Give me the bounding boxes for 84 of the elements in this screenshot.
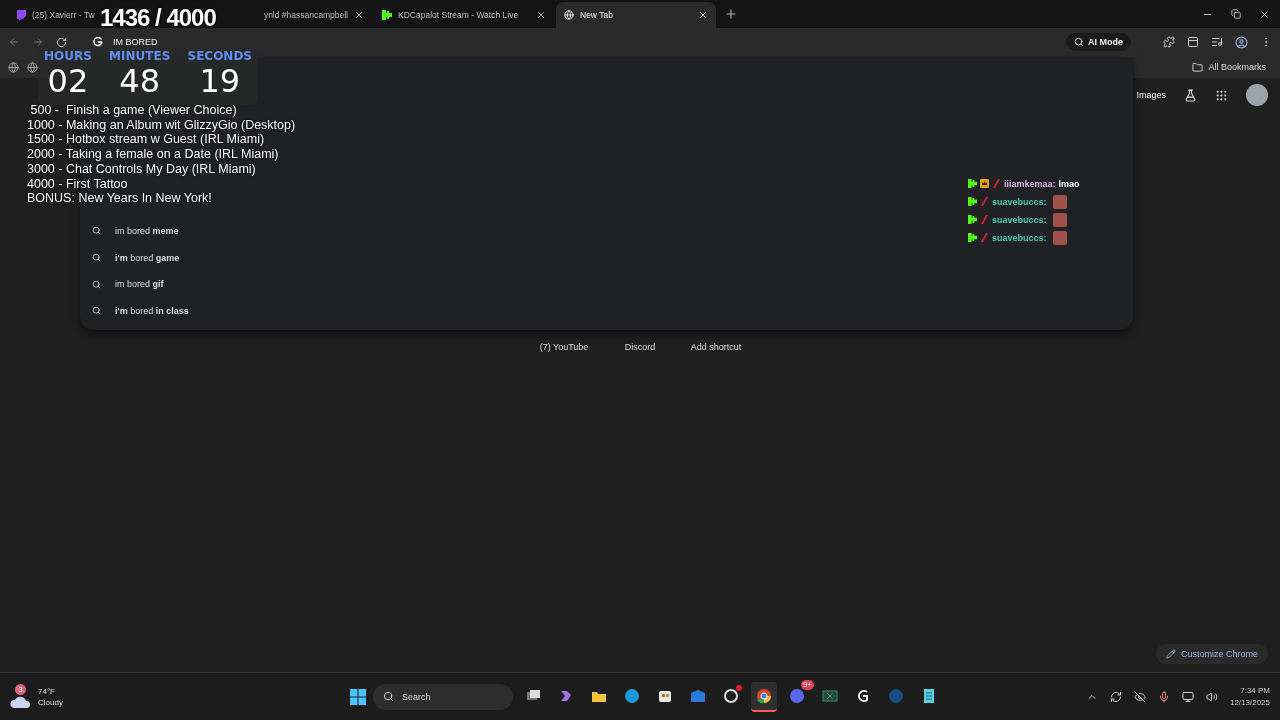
avatar[interactable] [1246,84,1268,106]
flask-icon[interactable] [1184,88,1197,102]
windows-logo-icon[interactable] [350,688,366,705]
tab-logo-icon [382,10,392,20]
ring-logo-icon [722,686,740,705]
goal-line: 1500 - Hotbox stream w Guest (IRL Miami) [27,132,266,148]
timer-value: 02 [47,63,89,99]
customize-chrome-button[interactable]: Customize Chrome [1155,644,1268,664]
kick-badge-icon [968,197,977,206]
suggestion-item[interactable]: im bored gif [115,279,164,290]
kick-badge-icon [968,233,977,242]
timer-unit-label: HOURS [44,49,92,63]
close-icon[interactable] [354,10,364,20]
crown-badge-icon [980,179,989,188]
ai-mode-button[interactable]: AI Mode [1066,33,1131,51]
count-badge: 9+ [800,679,814,690]
round-logo-icon [755,686,773,705]
goal-line: 3000 - Chat Controls My Day (IRL Miami) [27,161,257,177]
goal-line: 500 - Finish a game (Viewer Choice) [29,103,238,118]
goal-line: 4000 - First Tattoo [27,176,129,192]
shortcut-label[interactable]: (7) YouTube [541,342,587,352]
tab-search-icon[interactable] [1187,36,1199,48]
close-icon[interactable] [1259,8,1270,20]
taskbar-app-button[interactable] [751,681,777,712]
pencil-icon [1165,649,1176,659]
kick-badge-icon [968,179,977,188]
list-icon[interactable] [1211,36,1223,48]
browser-tab[interactable]: KDCapalot Stream - Watch Live [374,2,554,28]
timer-unit-label: SECONDS [187,49,252,63]
weather-text: Cloudy [38,696,63,708]
browser-tab[interactable]: ynld #hassancampbell [244,2,372,28]
eye-off-icon[interactable] [1133,690,1146,703]
tab-logo-icon [16,9,26,21]
clock[interactable]: 7:34 PM 12/13/2025 [1229,684,1270,709]
search-icon [383,691,394,702]
goal-line: 1000 - Making an Album wit GlizzyGio (Desktop) [27,117,296,133]
taskbar-search-field[interactable]: Search [373,683,513,710]
timer-value: 48 [119,63,161,99]
search-icon [1074,37,1084,47]
images-link[interactable]: Images [1136,90,1166,100]
monitor-icon[interactable] [1181,690,1194,703]
new-tab-icon[interactable] [724,7,738,21]
suggestion-item[interactable]: im bored meme [115,225,179,236]
browser-tab[interactable]: (25) Xavierr - Tw [8,2,98,28]
timer-value: 19 [199,63,241,99]
g-logo-icon [93,37,103,47]
goal-line: BONUS: New Years In New York! [27,191,213,206]
reload-icon[interactable] [56,36,67,48]
chat-username: suavebuccs: [992,232,1047,243]
folder-icon [1192,61,1204,73]
kick-badge-icon [968,215,977,224]
globe-icon[interactable] [27,61,38,73]
microphone-icon[interactable] [1157,690,1170,703]
browser-tab[interactable]: New Tab [556,2,716,28]
address-text[interactable]: IM BORED [113,37,158,47]
close-icon[interactable] [698,10,708,20]
globe-icon[interactable] [8,61,19,73]
notification-badge: 3 [15,683,26,695]
search-icon [92,306,101,316]
chat-username: iiiamkemaa: [1004,178,1056,189]
puzzle-icon[interactable] [1163,36,1175,48]
sync-icon[interactable] [1109,690,1122,703]
search-icon [92,226,101,236]
sub-goal-counter: 1436 / 4000 [100,4,216,32]
timer-unit-label: MINUTES [109,49,171,63]
alert-dot [736,684,742,691]
chat-username: suavebuccs: [992,214,1047,225]
suggestion-item[interactable]: i'm bored game [115,252,180,263]
restore-icon[interactable] [1231,8,1241,19]
goal-line: 2000 - Taking a female on a Date (IRL Miami) [27,147,280,162]
temperature-text: 74°F [38,685,56,697]
shortcut-label[interactable]: Discord [617,342,663,352]
search-icon [92,253,101,262]
chat-message: lmao [1058,178,1080,189]
volume-icon[interactable] [1205,690,1218,703]
suggestion-item[interactable]: i'm bored in class [115,305,189,316]
chat-username: suavebuccs: [992,196,1047,207]
close-icon[interactable] [536,10,546,20]
search-icon [92,279,101,289]
all-bookmarks-button[interactable]: All Bookmarks [1186,60,1272,74]
globe-icon [564,10,574,20]
shortcut-label[interactable]: Add shortcut [693,342,739,352]
apps-grid-icon[interactable] [1215,88,1228,102]
profile-icon[interactable] [1235,35,1248,49]
